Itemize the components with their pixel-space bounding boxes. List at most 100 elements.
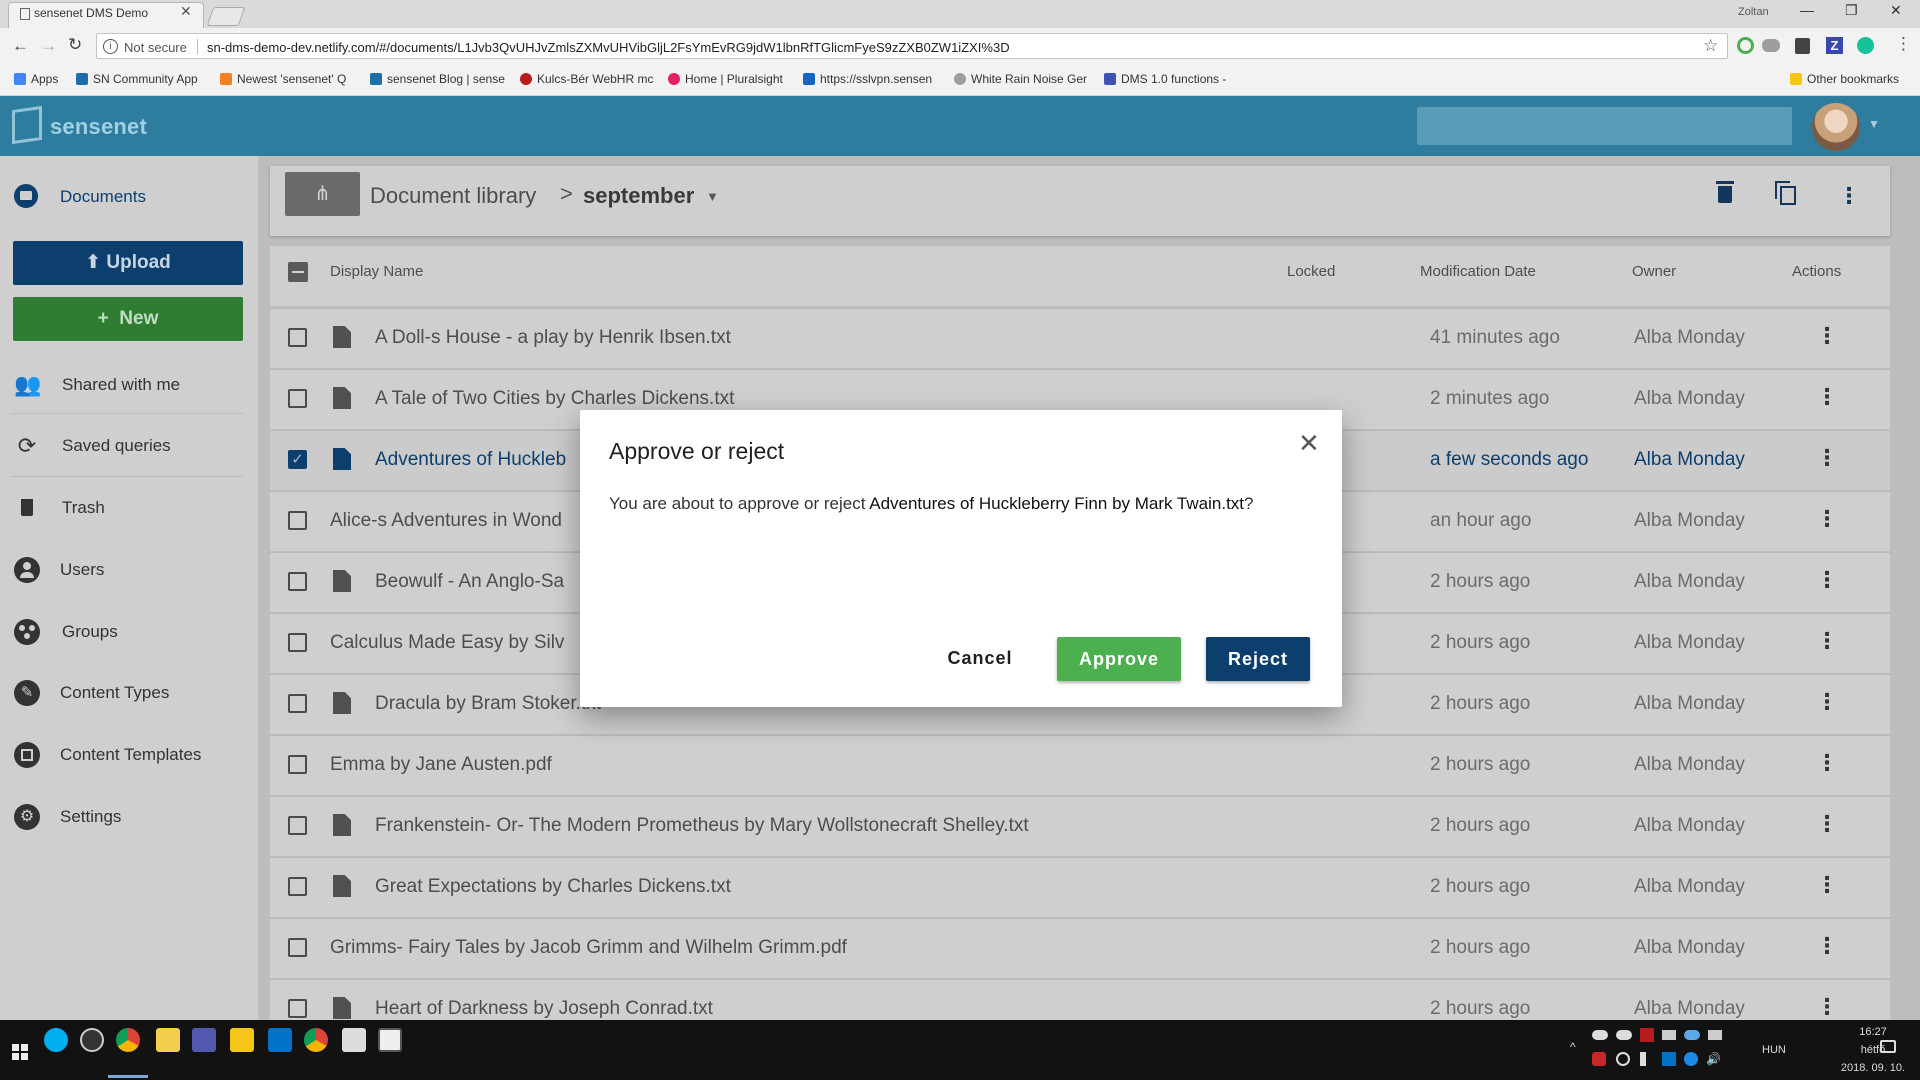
upload-button[interactable]: ⬆ Upload xyxy=(13,241,243,285)
more-vert-icon[interactable]: ⋮ xyxy=(1816,933,1838,959)
shield-extension-icon[interactable] xyxy=(1795,38,1810,54)
more-vert-icon[interactable]: ⋮ xyxy=(1816,689,1838,715)
row-checkbox[interactable] xyxy=(288,633,307,652)
row-checkbox[interactable] xyxy=(288,816,307,835)
bookmark-sn-community[interactable]: SN Community App xyxy=(76,72,198,86)
sidebar-item-settings[interactable]: ⚙ Settings xyxy=(0,792,258,842)
file-name[interactable]: Dracula by Bram Stoker.txt xyxy=(375,693,601,715)
row-checkbox[interactable] xyxy=(288,511,307,530)
sidebar-item-documents[interactable]: Documents xyxy=(0,172,258,222)
bookmark-apps[interactable]: Apps xyxy=(14,72,58,86)
bookmark-sensenet-blog[interactable]: sensenet Blog | sense xyxy=(370,72,505,86)
forward-button[interactable]: → xyxy=(40,36,57,56)
file-name[interactable]: Heart of Darkness by Joseph Conrad.txt xyxy=(375,998,713,1020)
file-name[interactable]: Frankenstein- Or- The Modern Prometheus … xyxy=(375,815,1029,837)
app-icon[interactable] xyxy=(342,1028,366,1052)
notes-icon[interactable] xyxy=(156,1028,180,1052)
table-row[interactable]: Frankenstein- Or- The Modern Prometheus … xyxy=(270,796,1890,856)
chevron-up-icon[interactable]: ^ xyxy=(1570,1040,1576,1054)
row-checkbox[interactable] xyxy=(288,755,307,774)
bookmark-sslvpn[interactable]: https://sslvpn.sensen xyxy=(803,72,932,86)
chrome-icon[interactable] xyxy=(304,1028,328,1052)
more-vert-icon[interactable]: ⋮ xyxy=(1816,506,1838,532)
close-window-button[interactable]: ✕ xyxy=(1890,2,1902,19)
column-display-name[interactable]: Display Name xyxy=(330,263,423,280)
table-row[interactable]: Heart of Darkness by Joseph Conrad.txt 2 … xyxy=(270,979,1890,1021)
bookmark-newest-sensenet[interactable]: Newest 'sensenet' Q xyxy=(220,72,346,86)
back-button[interactable]: ← xyxy=(12,36,29,56)
more-vert-icon[interactable]: ⋮ xyxy=(1816,323,1838,349)
search-input[interactable] xyxy=(1417,107,1792,145)
file-name[interactable]: Alice-s Adventures in Wond xyxy=(330,510,562,532)
sidebar-item-trash[interactable]: Trash xyxy=(0,483,258,533)
chrome-menu-icon[interactable]: ⋮ xyxy=(1895,34,1912,54)
more-vert-icon[interactable]: ⋮ xyxy=(1816,445,1838,471)
bookmark-kulcs-ber[interactable]: Kulcs-Bér WebHR mc xyxy=(520,72,653,86)
file-name[interactable]: Adventures of Huckleb xyxy=(375,449,566,471)
chevron-down-icon[interactable]: ▼ xyxy=(706,189,719,204)
reload-button[interactable]: ↻ xyxy=(68,35,82,55)
row-checkbox[interactable] xyxy=(288,938,307,957)
row-checkbox[interactable] xyxy=(288,389,307,408)
table-row[interactable]: Great Expectations by Charles Dickens.tx… xyxy=(270,857,1890,917)
file-name[interactable]: A Doll-s House - a play by Henrik Ibsen.… xyxy=(375,327,731,349)
minimize-button[interactable]: — xyxy=(1800,2,1814,18)
sidebar-item-shared[interactable]: 👥 Shared with me xyxy=(0,360,258,410)
file-name[interactable]: Great Expectations by Charles Dickens.tx… xyxy=(375,876,731,898)
file-name[interactable]: Calculus Made Easy by Silv xyxy=(330,632,564,654)
delete-icon[interactable] xyxy=(1716,181,1734,203)
bookmark-dms-functions[interactable]: DMS 1.0 functions - xyxy=(1104,72,1226,86)
copy-icon[interactable] xyxy=(1775,181,1797,205)
app-icon[interactable] xyxy=(80,1028,104,1052)
new-button[interactable]: + New xyxy=(13,297,243,341)
windows-start-icon[interactable] xyxy=(12,1044,28,1060)
more-vert-icon[interactable]: ⋮ xyxy=(1816,994,1838,1020)
tab-close-icon[interactable]: ✕ xyxy=(180,3,192,20)
more-vert-icon[interactable]: ⋮ xyxy=(1816,872,1838,898)
maximize-button[interactable]: ❐ xyxy=(1845,2,1858,19)
column-owner[interactable]: Owner xyxy=(1632,263,1676,280)
file-name[interactable]: Grimms- Fairy Tales by Jacob Grimm and W… xyxy=(330,937,847,959)
teams-icon[interactable] xyxy=(192,1028,216,1052)
table-row[interactable]: Grimms- Fairy Tales by Jacob Grimm and W… xyxy=(270,918,1890,978)
file-name[interactable]: Beowulf - An Anglo-Sa xyxy=(375,571,564,593)
sidebar-item-users[interactable]: Users xyxy=(0,545,258,595)
sidebar-item-groups[interactable]: Groups xyxy=(0,607,258,657)
more-vert-icon[interactable]: ⋮ xyxy=(1816,811,1838,837)
breadcrumb-library[interactable]: Document library xyxy=(370,183,536,209)
file-name[interactable]: A Tale of Two Cities by Charles Dickens.… xyxy=(375,388,734,410)
skype-icon[interactable] xyxy=(44,1028,68,1052)
avatar[interactable] xyxy=(1812,103,1860,151)
row-checkbox[interactable] xyxy=(288,328,307,347)
row-checkbox[interactable] xyxy=(288,572,307,591)
select-all-checkbox[interactable] xyxy=(288,262,308,282)
more-vert-icon[interactable]: ⋮ xyxy=(1816,750,1838,776)
z-extension-icon[interactable]: Z xyxy=(1826,37,1843,54)
chrome-icon[interactable] xyxy=(116,1028,140,1052)
cancel-button[interactable]: Cancel xyxy=(933,636,1027,680)
cloud-extension-icon[interactable] xyxy=(1762,39,1780,52)
address-bar[interactable]: i Not secure sn-dms-demo-dev.netlify.com… xyxy=(96,33,1728,59)
extension-icon[interactable] xyxy=(1737,37,1754,54)
bookmark-white-rain[interactable]: White Rain Noise Ger xyxy=(954,72,1087,86)
sidebar-item-content-types[interactable]: ✎ Content Types xyxy=(0,668,258,718)
sidebar-item-saved-queries[interactable]: ⟳ Saved queries xyxy=(0,421,258,471)
bookmark-pluralsight[interactable]: Home | Pluralsight xyxy=(668,72,783,86)
column-modification-date[interactable]: Modification Date xyxy=(1420,263,1536,280)
more-vert-icon[interactable]: ⋮ xyxy=(1838,183,1860,209)
url-text[interactable]: sn-dms-demo-dev.netlify.com/#/documents/… xyxy=(207,40,1010,55)
chevron-down-icon[interactable]: ▼ xyxy=(1868,117,1880,131)
approve-button[interactable]: Approve xyxy=(1057,637,1181,681)
notifications-icon[interactable] xyxy=(1880,1040,1896,1053)
language-indicator[interactable]: HUN xyxy=(1762,1044,1786,1056)
clock-day[interactable]: hétfő xyxy=(1838,1044,1908,1056)
breadcrumb-current[interactable]: september xyxy=(583,183,694,209)
table-row[interactable]: A Doll-s House - a play by Henrik Ibsen.… xyxy=(270,308,1890,368)
column-locked[interactable]: Locked xyxy=(1287,263,1335,280)
row-checkbox[interactable] xyxy=(288,999,307,1018)
row-checkbox[interactable] xyxy=(288,694,307,713)
clock-time[interactable]: 16:27 xyxy=(1838,1026,1908,1038)
row-checkbox[interactable]: ✓ xyxy=(288,450,307,469)
row-checkbox[interactable] xyxy=(288,877,307,896)
table-row[interactable]: Emma by Jane Austen.pdf 2 hours ago Alba M… xyxy=(270,735,1890,795)
